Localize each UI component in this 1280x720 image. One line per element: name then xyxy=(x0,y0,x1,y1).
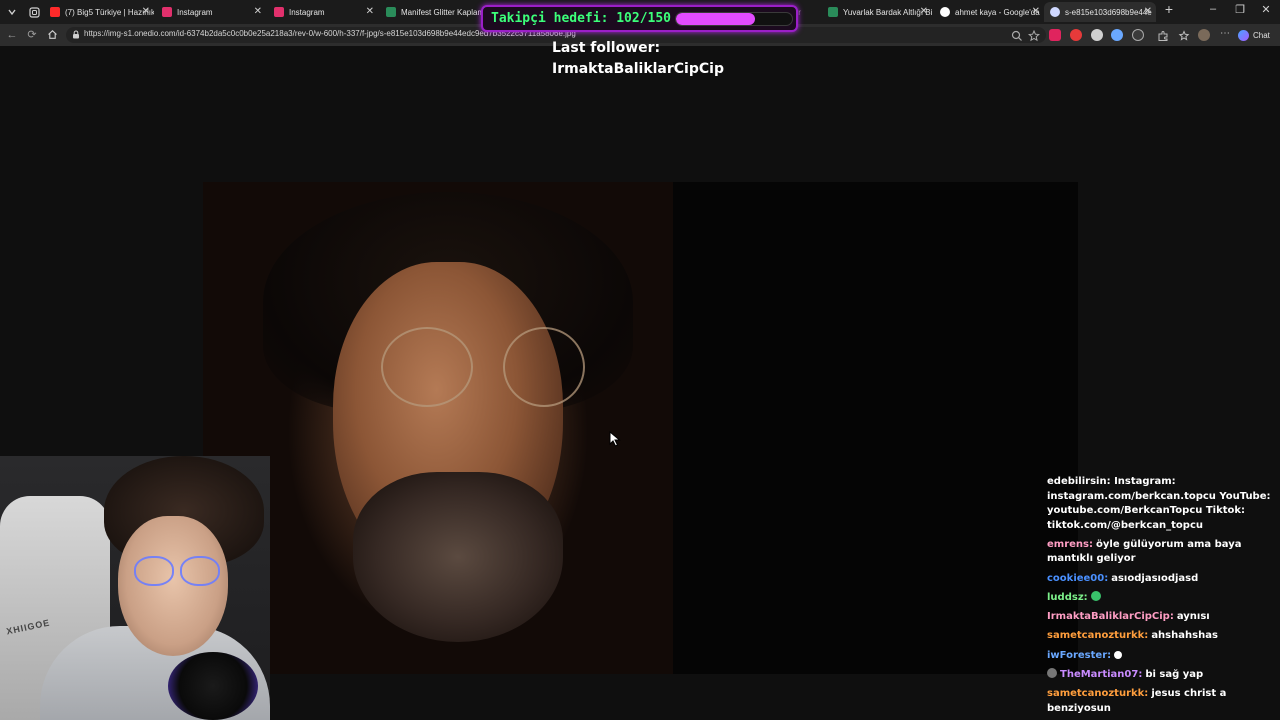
copilot-icon xyxy=(1238,29,1249,41)
chair-brand-logo: XHIIGOE xyxy=(5,617,52,637)
portrait-beard xyxy=(353,472,563,642)
site-info-icon[interactable] xyxy=(72,30,80,39)
last-follower-name: IrmaktaBaliklarCipCip xyxy=(552,61,724,77)
tab-close-icon[interactable]: ✕ xyxy=(366,6,374,18)
extension-play-icon[interactable] xyxy=(1091,29,1103,41)
extension-translate-icon[interactable] xyxy=(1111,29,1123,41)
tab-label: Manifest Glitter Kaplama xyxy=(401,7,484,17)
chat-username: emrens: xyxy=(1047,538,1093,550)
chat-username: iwForester: xyxy=(1047,649,1112,661)
chat-button-label: Chat xyxy=(1253,30,1270,40)
chat-message: sametcanozturkk: ahshahshas xyxy=(1040,629,1280,644)
chat-emote-icon xyxy=(1090,590,1101,601)
tab-big5[interactable]: (7) Big5 Türkiye | Hazırlık ✕ xyxy=(44,2,154,22)
tab-close-icon[interactable]: ✕ xyxy=(254,6,262,18)
mouse-cursor-icon xyxy=(609,431,621,447)
chat-username: TheMartian07: xyxy=(1060,669,1143,681)
close-window-button[interactable]: ✕ xyxy=(1252,3,1280,16)
follower-goal-progress-bar xyxy=(675,12,793,26)
back-arrow-icon[interactable]: ← xyxy=(4,27,20,43)
extension-shield-icon[interactable] xyxy=(1049,29,1061,41)
chat-message: TheMartian07: bi sağ yap xyxy=(1040,668,1280,683)
chat-message-text: bi sağ yap xyxy=(1145,669,1204,681)
bookmark-star-icon[interactable] xyxy=(1027,29,1041,42)
follower-goal-widget: Takipçi hedefi: 102/150 xyxy=(481,5,798,32)
follower-goal-progress-fill xyxy=(676,13,755,25)
chat-message: IrmaktaBaliklarCipCip: aynısı xyxy=(1040,610,1280,625)
chat-message-text: asıodjasıodjasd xyxy=(1111,572,1199,584)
stream-chat-overlay: edebilirsin: Instagram: instagram.com/be… xyxy=(1040,474,1280,720)
chat-emote-icon xyxy=(1114,650,1123,659)
portrait-glasses-left xyxy=(381,327,473,407)
tab-instagram-1[interactable]: Instagram ✕ xyxy=(156,2,266,22)
tab-close-icon[interactable]: ✕ xyxy=(1144,6,1152,18)
streamer-glasses-left xyxy=(134,556,174,586)
instagram-icon xyxy=(274,7,284,17)
minimize-button[interactable]: – xyxy=(1199,3,1227,15)
portrait-glasses-right xyxy=(503,327,585,407)
instagram-icon xyxy=(162,7,172,17)
tab-manifest-glitter[interactable]: Manifest Glitter Kaplama xyxy=(380,2,484,22)
copilot-chat-button[interactable]: Chat xyxy=(1238,27,1270,43)
webcam-overlay: XHIIGOE xyxy=(0,456,270,720)
portrait-photo xyxy=(203,182,673,674)
last-follower-label: Last follower: xyxy=(552,40,661,56)
youtube-icon xyxy=(50,7,60,17)
chat-username: IrmaktaBaliklarCipCip: xyxy=(1047,611,1174,623)
last-follower-overlay: Last follower: IrmaktaBaliklarCipCip xyxy=(552,38,724,80)
chat-message-text: aynısı xyxy=(1176,611,1210,623)
workspaces-icon[interactable] xyxy=(26,4,42,20)
chat-message: sametcanozturkk: jesus christ a benziyosu… xyxy=(1040,687,1280,716)
follower-goal-text: Takipçi hedefi: 102/150 xyxy=(491,11,672,26)
tab-close-icon[interactable]: ✕ xyxy=(920,6,928,18)
chat-message: luddsz: xyxy=(1040,590,1280,606)
site-favicon-icon xyxy=(386,7,396,17)
site-favicon-icon xyxy=(828,7,838,17)
globe-icon xyxy=(1050,7,1060,17)
tab-google-search[interactable]: ahmet kaya - Google'da ✕ xyxy=(934,2,1044,22)
chat-user-badge-icon xyxy=(1047,668,1057,679)
tab-image-active[interactable]: s-e815e103d698b9e44e ✕ xyxy=(1044,2,1156,22)
chat-message: cookiee00: asıodjasıodjasd xyxy=(1040,572,1280,587)
chat-username: sametcanozturkk: xyxy=(1047,688,1149,700)
refresh-icon[interactable]: ⟳ xyxy=(24,27,40,43)
chat-username: cookiee00: xyxy=(1047,572,1109,584)
microphone xyxy=(168,652,258,720)
tab-close-icon[interactable]: ✕ xyxy=(1032,6,1040,18)
chat-username: sametcanozturkk: xyxy=(1047,630,1149,642)
search-icon[interactable] xyxy=(1011,29,1023,41)
chat-message-text: ahshahshas xyxy=(1151,630,1218,642)
chat-username: luddsz: xyxy=(1047,591,1088,603)
tab-instagram-2[interactable]: Instagram ✕ xyxy=(268,2,378,22)
chat-message-text: edebilirsin: Instagram: instagram.com/be… xyxy=(1047,476,1271,531)
chat-message: edebilirsin: Instagram: instagram.com/be… xyxy=(1040,475,1280,533)
chat-message: emrens: öyle gülüyorum ama baya mantıklı … xyxy=(1040,538,1280,567)
profile-avatar-icon[interactable] xyxy=(1198,29,1210,41)
restore-button[interactable]: ❐ xyxy=(1226,3,1254,16)
displayed-image xyxy=(203,182,1078,674)
tab-label: s-e815e103d698b9e44e xyxy=(1065,7,1152,17)
google-icon xyxy=(940,7,950,17)
streamer-face xyxy=(118,516,228,656)
chat-message: iwForester: xyxy=(1040,649,1280,664)
extension-sync-icon[interactable] xyxy=(1132,29,1144,41)
tab-close-icon[interactable]: ✕ xyxy=(142,6,150,18)
more-options-icon[interactable]: ⋯ xyxy=(1219,29,1231,41)
home-icon[interactable] xyxy=(44,27,60,43)
extension-record-icon[interactable] xyxy=(1070,29,1082,41)
streamer-glasses-right xyxy=(180,556,220,586)
tab-actions-menu-icon[interactable] xyxy=(4,4,20,20)
tab-yuvarlak-bardak[interactable]: Yuvarlak Bardak Altlığı Bi ✕ xyxy=(822,2,932,22)
extensions-puzzle-icon[interactable] xyxy=(1157,29,1169,41)
favorites-icon[interactable] xyxy=(1178,29,1190,41)
new-tab-button[interactable]: + xyxy=(1155,1,1183,17)
